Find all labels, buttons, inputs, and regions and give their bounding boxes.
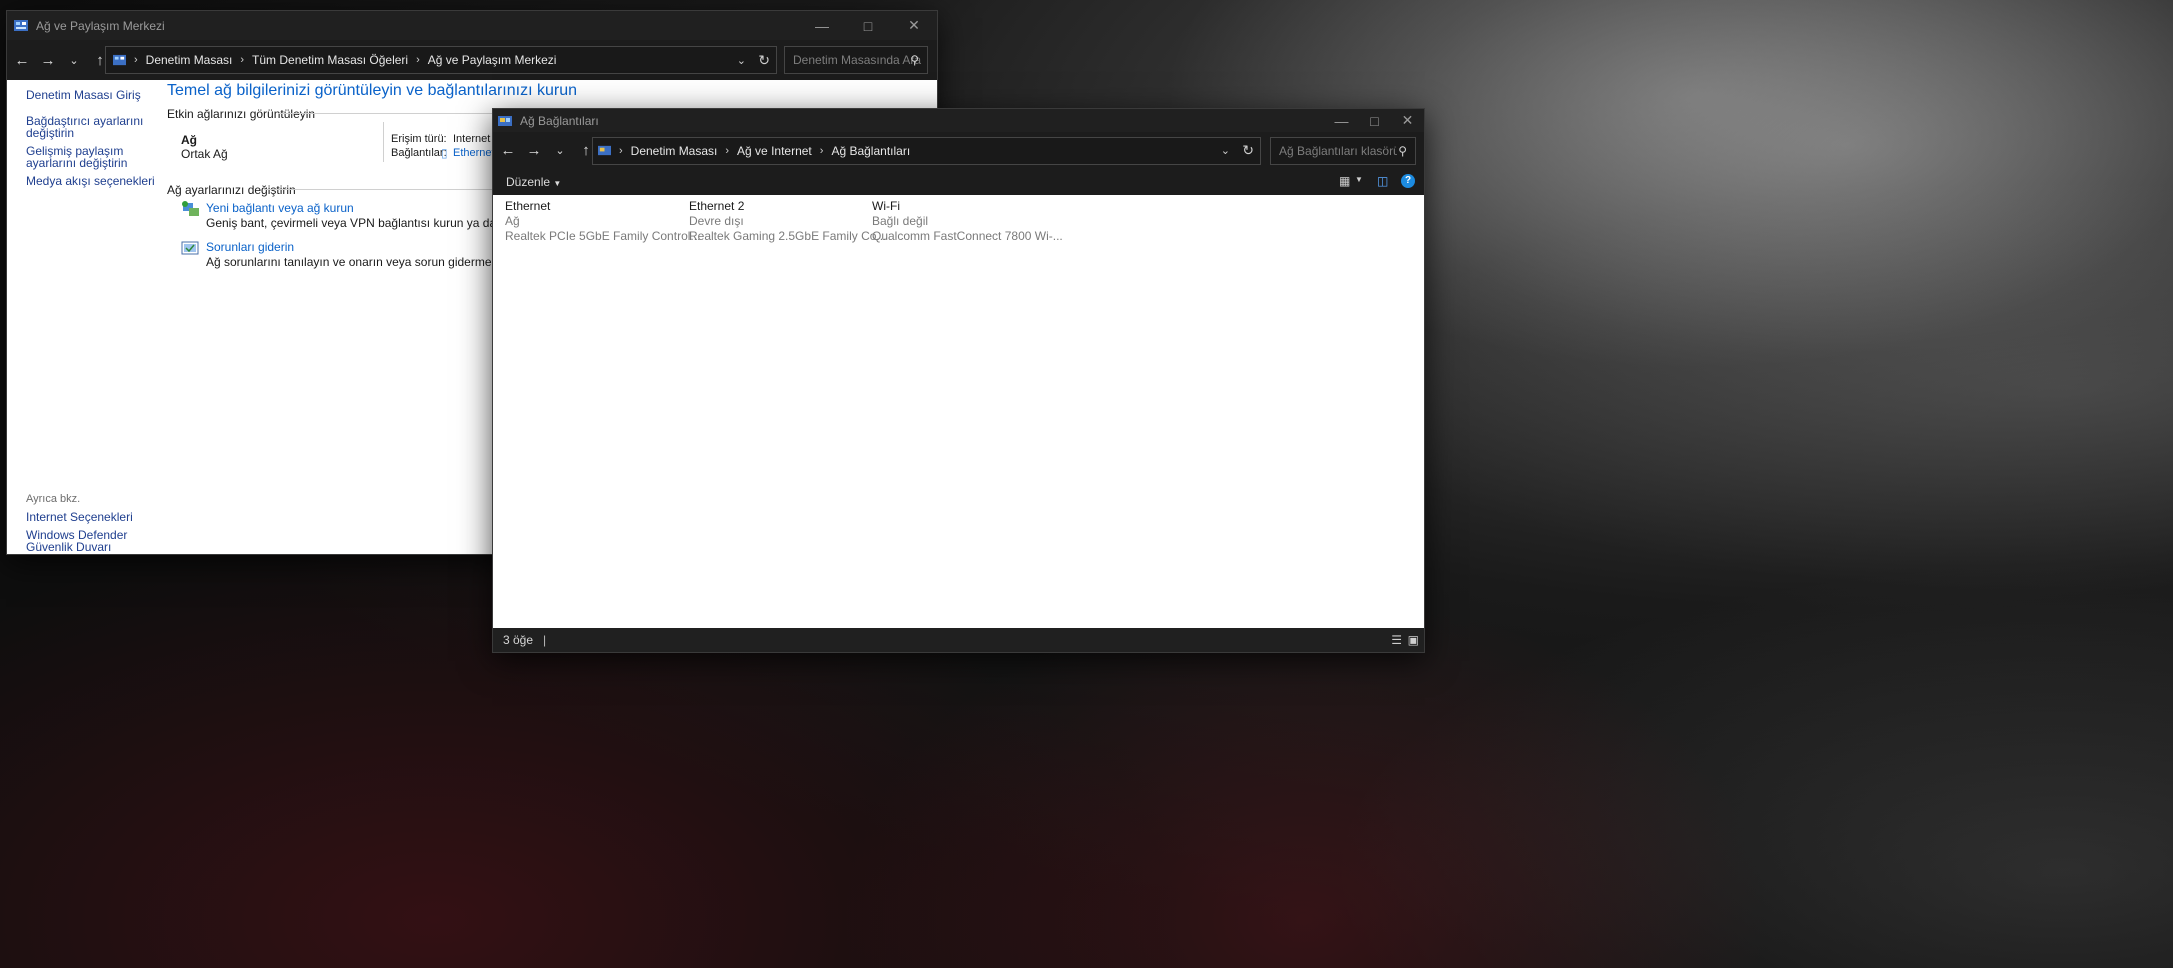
refresh-icon[interactable]: ↻ (758, 52, 770, 69)
chevron-down-icon: ▼ (553, 179, 562, 188)
recent-locations-chevron-icon[interactable]: ⌄ (547, 138, 573, 164)
search-icon: ⚲ (1398, 143, 1407, 158)
maximize-icon[interactable]: □ (1358, 109, 1391, 132)
search-input[interactable]: Ağ Bağlantıları klasöründe ara ⚲ (1270, 136, 1416, 165)
breadcrumb-item[interactable]: Denetim Masası (631, 144, 718, 158)
connection-device: Realtek Gaming 2.5GbE Family Co... (689, 229, 887, 243)
control-panel-icon (14, 19, 28, 31)
refresh-icon[interactable]: ↻ (1242, 142, 1254, 159)
maximize-icon[interactable]: □ (845, 11, 891, 40)
file-list-area: Ethernet Ağ Realtek PCIe 5GbE Family Con… (493, 195, 1424, 628)
connection-status: Ağ (505, 214, 520, 228)
network-folder-icon (598, 145, 611, 156)
change-settings-title: Ağ ayarlarınızı değiştirin (167, 183, 296, 197)
connection-item-wifi[interactable]: Wi-Fi Bağlı değil Qualcomm FastConnect 7… (872, 199, 1063, 245)
window-title: Ağ Bağlantıları (520, 113, 599, 128)
connection-item-ethernet-2[interactable]: Ethernet 2 Devre dışı Realtek Gaming 2.5… (689, 199, 886, 245)
preview-pane-icon[interactable]: ◫ (1377, 174, 1388, 188)
connection-status: Bağlı değil (872, 214, 929, 228)
breadcrumb-item[interactable]: Ağ Bağlantıları (831, 144, 910, 158)
connection-ethernet-link[interactable]: Ethernet (453, 147, 495, 159)
network-connections-window[interactable]: Ağ Bağlantıları — □ ✕ ← → ⌄ ↑ › Denetim … (492, 108, 1425, 653)
see-also-internet-options[interactable]: Internet Seçenekleri (26, 511, 156, 523)
search-icon: ⚲ (910, 53, 919, 67)
see-also-title: Ayrıca bkz. (26, 493, 81, 505)
new-connection-icon (182, 201, 199, 216)
connection-name: Ethernet (505, 199, 551, 213)
sidebar: Denetim Masası Giriş Bağdaştırıcı ayarla… (26, 89, 156, 187)
breadcrumb-item[interactable]: Denetim Masası (146, 53, 233, 67)
network-name: Ağ (181, 133, 197, 147)
back-arrow-icon[interactable]: ← (495, 138, 521, 164)
search-placeholder: Ağ Bağlantıları klasöründe ara (1279, 143, 1397, 158)
connection-name: Wi-Fi (872, 199, 900, 213)
breadcrumb-item[interactable]: Ağ ve Paylaşım Merkezi (428, 53, 557, 67)
sidebar-link-adapter-settings[interactable]: Bağdaştırıcı ayarlarını değiştirin (26, 115, 156, 139)
details-view-icon[interactable]: ☰ (1391, 633, 1402, 647)
address-dropdown-icon[interactable]: ⌄ (1221, 144, 1230, 157)
connection-item-ethernet[interactable]: Ethernet Ağ Realtek PCIe 5GbE Family Con… (505, 199, 700, 245)
navigation-bar: ← → ⌄ ↑ › Denetim Masası › Tüm Denetim M… (7, 40, 937, 80)
task-new-connection-link[interactable]: Yeni bağlantı veya ağ kurun (206, 201, 354, 215)
connection-name: Ethernet 2 (689, 199, 745, 213)
forward-arrow-icon[interactable]: → (521, 138, 547, 164)
title-bar[interactable]: Ağ ve Paylaşım Merkezi — □ ✕ (7, 11, 937, 40)
network-folder-icon (498, 115, 512, 126)
troubleshoot-icon (181, 241, 199, 255)
task-new-connection-desc: Geniş bant, çevirmeli veya VPN bağlantıs… (206, 216, 492, 230)
connection-device: Qualcomm FastConnect 7800 Wi-... (872, 229, 1063, 243)
breadcrumb-chevron-icon: › (240, 54, 245, 66)
navigation-bar: ← → ⌄ ↑ › Denetim Masası › Ağ ve Interne… (493, 132, 1424, 169)
search-input[interactable]: Denetim Masasında Ara ⚲ (784, 46, 928, 74)
connection-device: Realtek PCIe 5GbE Family Control... (505, 229, 701, 243)
status-bar: 3 öğe | ☰ ▣ (493, 628, 1424, 652)
search-placeholder: Denetim Masasında Ara (793, 53, 922, 67)
task-troubleshoot-link[interactable]: Sorunları giderin (206, 240, 294, 254)
see-also: Ayrıca bkz. Internet Seçenekleri Windows… (26, 493, 156, 553)
forward-arrow-icon[interactable]: → (35, 47, 61, 73)
sidebar-link-advanced-sharing[interactable]: Gelişmiş paylaşım ayarlarını değiştirin (26, 145, 144, 169)
large-icons-view-icon[interactable]: ▣ (1408, 633, 1419, 647)
page-title: Temel ağ bilgilerinizi görüntüleyin ve b… (167, 82, 577, 99)
help-icon[interactable]: ? (1401, 174, 1415, 188)
item-count: 3 öğe (503, 633, 534, 647)
see-also-defender-firewall[interactable]: Windows Defender Güvenlik Duvarı (26, 529, 144, 553)
view-dropdown-icon[interactable]: ▼ (1355, 175, 1363, 184)
title-bar[interactable]: Ağ Bağlantıları — □ ✕ (493, 109, 1424, 132)
breadcrumb-item[interactable]: Ağ ve Internet (737, 144, 812, 158)
control-panel-icon (113, 54, 126, 65)
breadcrumb-chevron-icon: › (134, 54, 138, 66)
vertical-divider (383, 122, 384, 162)
connection-status: Devre dışı (689, 214, 744, 228)
connections-label: Bağlantılar: (391, 147, 447, 159)
breadcrumb-chevron-icon: › (725, 144, 730, 157)
command-bar: Düzenle ▼ ▦ ▼ ◫ ? (493, 169, 1424, 196)
minimize-icon[interactable]: — (1325, 109, 1358, 132)
sidebar-link-home[interactable]: Denetim Masası Giriş (26, 89, 156, 101)
recent-locations-chevron-icon[interactable]: ⌄ (61, 47, 87, 73)
access-type-value: Internet (453, 133, 491, 145)
breadcrumb-item[interactable]: Tüm Denetim Masası Öğeleri (252, 53, 408, 67)
status-divider: | (543, 633, 547, 647)
breadcrumb-chevron-icon: › (416, 54, 420, 66)
network-type: Ortak Ağ (181, 147, 228, 161)
organize-label: Düzenle (506, 175, 551, 189)
organize-menu[interactable]: Düzenle ▼ (506, 175, 561, 189)
active-networks-title: Etkin ağlarınızı görüntüleyin (167, 107, 316, 121)
address-dropdown-icon[interactable]: ⌄ (737, 54, 746, 67)
ethernet-connection-icon: ▯ (441, 146, 448, 160)
close-icon[interactable]: ✕ (1391, 109, 1424, 132)
window-title: Ağ ve Paylaşım Merkezi (36, 18, 165, 33)
minimize-icon[interactable]: — (799, 11, 845, 40)
back-arrow-icon[interactable]: ← (9, 47, 35, 73)
address-bar[interactable]: › Denetim Masası › Ağ ve Internet › Ağ B… (592, 136, 1261, 165)
change-view-icon[interactable]: ▦ (1339, 174, 1350, 188)
close-icon[interactable]: ✕ (891, 11, 937, 40)
sidebar-link-media-streaming[interactable]: Medya akışı seçenekleri (26, 175, 156, 187)
breadcrumb-chevron-icon: › (819, 144, 824, 157)
access-type-label: Erişim türü: (391, 133, 447, 145)
address-bar[interactable]: › Denetim Masası › Tüm Denetim Masası Öğ… (105, 46, 777, 74)
breadcrumb-chevron-icon: › (619, 144, 623, 157)
